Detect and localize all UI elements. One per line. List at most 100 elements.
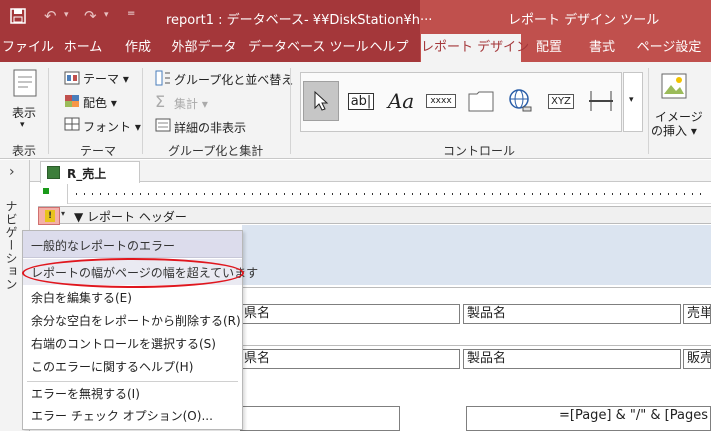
redo-icon[interactable]: ↷ bbox=[84, 7, 97, 25]
theme-icon[interactable] bbox=[64, 71, 80, 85]
tab-external-data[interactable]: 外部データ bbox=[166, 34, 242, 62]
ruler-tick bbox=[324, 193, 325, 195]
ruler-tick bbox=[476, 193, 477, 195]
hide-details-icon[interactable] bbox=[155, 118, 171, 132]
field-prefecture-header[interactable]: 県名 bbox=[240, 304, 460, 324]
ruler-tick bbox=[316, 193, 317, 195]
group-sort-icon[interactable] bbox=[155, 70, 171, 86]
web-browser-control[interactable]: XYZ bbox=[543, 81, 579, 121]
textbox-control[interactable]: ab| bbox=[343, 81, 379, 121]
menu-error-help[interactable]: このエラーに関するヘルプ(H) bbox=[23, 356, 242, 378]
tab-home[interactable]: ホーム bbox=[56, 34, 110, 62]
save-icon[interactable] bbox=[10, 8, 26, 24]
ruler-tick bbox=[220, 193, 221, 195]
expand-nav-icon[interactable]: › bbox=[9, 164, 15, 180]
ruler-tick bbox=[228, 193, 229, 195]
tab-database-tools[interactable]: データベース ツール bbox=[248, 34, 368, 62]
ruler-tick bbox=[300, 193, 301, 195]
tab-page-setup[interactable]: ページ設定 bbox=[630, 34, 708, 62]
insert-image-button[interactable]: の挿入 ▾ bbox=[651, 122, 697, 139]
ruler-tick bbox=[284, 193, 285, 195]
group-sort-button[interactable]: グループ化と並べ替え bbox=[174, 71, 293, 88]
gallery-more-button[interactable]: ▾ bbox=[623, 72, 643, 132]
navigation-control[interactable] bbox=[583, 81, 619, 121]
ruler-tick bbox=[188, 193, 189, 195]
menu-edit-margins[interactable]: 余白を編集する(E) bbox=[23, 287, 242, 309]
ruler-tick bbox=[388, 193, 389, 195]
ruler-tick bbox=[260, 193, 261, 195]
ruler-tick bbox=[548, 193, 549, 195]
ruler-tick bbox=[660, 193, 661, 195]
view-icon[interactable] bbox=[12, 68, 38, 98]
label-icon: Aa bbox=[387, 89, 415, 113]
ruler-tick bbox=[100, 193, 101, 195]
ruler-tick bbox=[308, 193, 309, 195]
colors-label: 配色 bbox=[83, 96, 108, 110]
tab-control[interactable] bbox=[463, 81, 499, 121]
ruler-tick bbox=[652, 193, 653, 195]
report-header-section-bar[interactable]: ▼ レポート ヘッダー bbox=[38, 206, 711, 224]
undo-dropdown-icon[interactable]: ▾ bbox=[64, 10, 69, 20]
ruler-tick bbox=[620, 193, 621, 195]
select-control[interactable] bbox=[303, 81, 339, 121]
field-product[interactable]: 製品名 bbox=[463, 349, 681, 369]
error-dropdown-icon[interactable]: ▾ bbox=[61, 209, 65, 218]
tab-arrange[interactable]: 配置 bbox=[528, 34, 570, 62]
ruler-tick bbox=[276, 193, 277, 195]
ruler-tick bbox=[212, 193, 213, 195]
ruler-tick bbox=[572, 193, 573, 195]
customize-qat-icon[interactable]: = bbox=[127, 8, 135, 19]
button-control[interactable]: xxxx bbox=[423, 81, 459, 121]
report-header-label: ▼ レポート ヘッダー bbox=[74, 210, 187, 224]
menu-ignore-error[interactable]: エラーを無視する(I) bbox=[23, 383, 242, 405]
theme-button[interactable]: テーマ ▾ bbox=[83, 70, 129, 87]
theme-label: テーマ bbox=[83, 72, 120, 86]
colors-button[interactable]: 配色 ▾ bbox=[83, 94, 117, 111]
ruler-tick bbox=[436, 193, 437, 195]
ruler-tick bbox=[340, 193, 341, 195]
fonts-icon[interactable] bbox=[64, 117, 80, 131]
document-title: report1 : データベース- ¥¥DiskStation¥h··· bbox=[166, 13, 433, 28]
report-selector[interactable] bbox=[40, 184, 68, 204]
image-icon[interactable] bbox=[660, 72, 688, 100]
hide-details-button[interactable]: 詳細の非表示 bbox=[174, 119, 246, 136]
colors-icon[interactable] bbox=[64, 94, 80, 108]
field-prefecture[interactable]: 県名 bbox=[240, 349, 460, 369]
tab-create[interactable]: 作成 bbox=[116, 34, 160, 62]
controls-gallery: ab| Aa xxxx XYZ bbox=[300, 72, 622, 132]
document-tab-r-sales[interactable]: R_売上 bbox=[40, 161, 140, 183]
ruler-tick bbox=[540, 193, 541, 195]
undo-icon[interactable]: ↶ bbox=[44, 7, 57, 25]
field-sales[interactable]: 販売 bbox=[683, 349, 711, 369]
hyperlink-control[interactable] bbox=[503, 81, 539, 121]
menu-select-rightmost-control[interactable]: 右端のコントロールを選択する(S) bbox=[23, 333, 242, 355]
button-icon: xxxx bbox=[426, 94, 456, 108]
fonts-button[interactable]: フォント ▾ bbox=[83, 118, 141, 135]
fonts-label: フォント bbox=[83, 120, 132, 134]
field-page-number[interactable]: =[Page] & "/" & [Pages bbox=[466, 406, 711, 431]
field-price-header[interactable]: 売単 bbox=[683, 304, 711, 324]
tab-report-design[interactable]: レポート デザイン bbox=[421, 34, 529, 62]
field-footer-left[interactable] bbox=[240, 406, 400, 431]
view-button[interactable]: 表示 bbox=[12, 104, 36, 121]
ruler-tick bbox=[500, 193, 501, 195]
menu-error-check-options[interactable]: エラー チェック オプション(O)... bbox=[23, 405, 242, 427]
redo-dropdown-icon[interactable]: ▾ bbox=[104, 10, 109, 20]
label-control[interactable]: Aa bbox=[383, 81, 419, 121]
ruler-tick bbox=[76, 193, 77, 195]
ruler-tick bbox=[636, 193, 637, 195]
menu-remove-extra-space[interactable]: 余分な空白をレポートから削除する(R) bbox=[23, 310, 242, 332]
tab-format[interactable]: 書式 bbox=[580, 34, 624, 62]
ribbon-separator bbox=[290, 68, 291, 154]
ruler-tick bbox=[428, 193, 429, 195]
ruler-tick bbox=[556, 193, 557, 195]
error-indicator-button[interactable]: ! bbox=[38, 207, 60, 225]
tab-help[interactable]: ヘルプ bbox=[364, 34, 414, 62]
tab-file[interactable]: ファイル bbox=[2, 34, 54, 62]
field-product-header[interactable]: 製品名 bbox=[463, 304, 681, 324]
ruler-tick bbox=[292, 193, 293, 195]
report-icon bbox=[47, 166, 60, 179]
view-dropdown-icon[interactable]: ▾ bbox=[20, 120, 25, 130]
ruler-tick bbox=[252, 193, 253, 195]
horizontal-ruler bbox=[40, 184, 711, 204]
